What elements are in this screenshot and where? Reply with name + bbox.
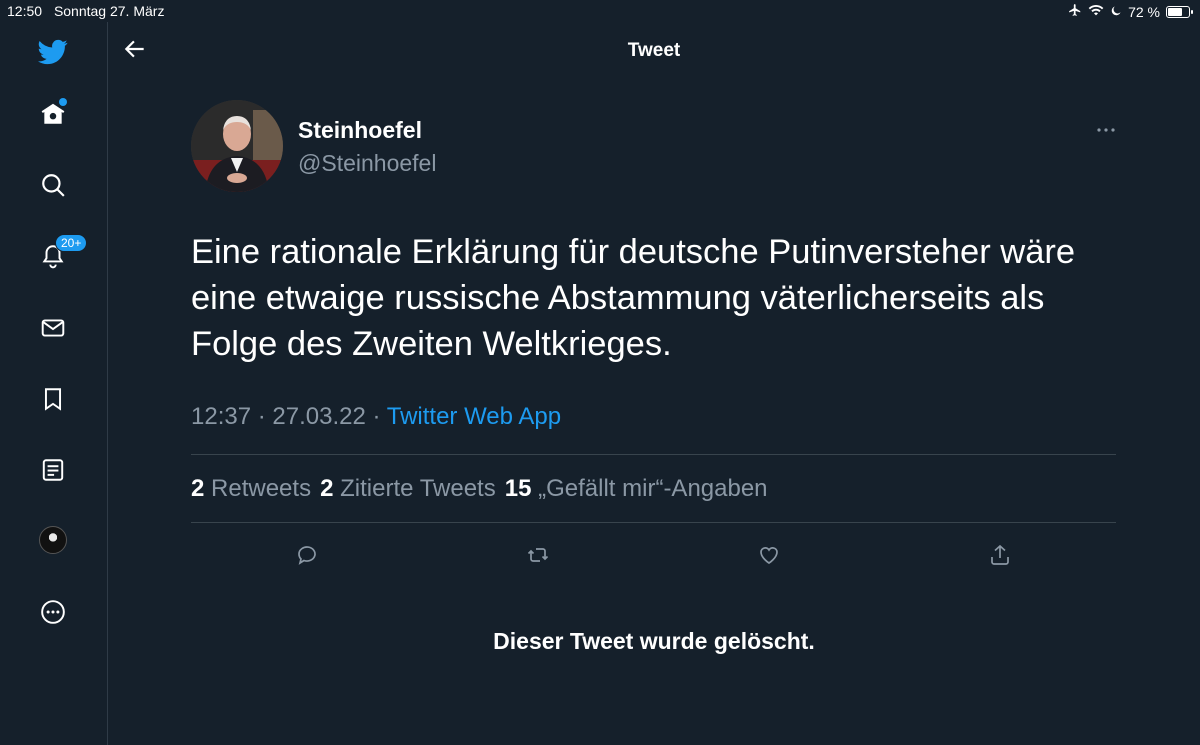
meta-separator: · xyxy=(372,403,381,430)
moon-icon xyxy=(1110,4,1122,20)
sidebar-item-notifications[interactable]: 20+ xyxy=(37,234,88,272)
meta-separator: · xyxy=(257,403,266,430)
home-unread-dot xyxy=(59,98,67,106)
retweets-stat[interactable]: 2 Retweets xyxy=(191,475,311,503)
retweets-label: Retweets xyxy=(211,475,312,502)
profile-avatar xyxy=(39,526,67,554)
retweets-count: 2 xyxy=(191,475,205,502)
battery-percent: 72 % xyxy=(1128,3,1160,20)
retweet-icon xyxy=(527,548,549,562)
share-icon xyxy=(991,544,1009,565)
search-icon xyxy=(42,174,65,197)
sidebar-item-explore[interactable] xyxy=(37,169,69,201)
divider xyxy=(191,454,1116,455)
envelope-icon xyxy=(41,319,65,337)
list-icon xyxy=(42,459,64,481)
heart-icon xyxy=(760,547,778,565)
retweet-button[interactable] xyxy=(524,541,552,569)
sidebar-nav: 20+ xyxy=(0,22,108,745)
like-button[interactable] xyxy=(755,541,783,569)
ellipsis-icon xyxy=(1097,128,1115,132)
deleted-tweet-notice: Dieser Tweet wurde gelöscht. xyxy=(493,628,815,654)
sidebar-item-more[interactable] xyxy=(37,596,69,628)
sidebar-item-profile[interactable] xyxy=(37,524,69,556)
more-circle-icon xyxy=(41,600,65,624)
quotes-count: 2 xyxy=(320,475,334,502)
status-bar: 12:50 Sonntag 27. März 72 % xyxy=(0,0,1200,22)
sidebar-item-bookmarks[interactable] xyxy=(37,383,69,415)
page-title: Tweet xyxy=(627,40,681,61)
twitter-logo-icon[interactable] xyxy=(37,36,69,68)
battery-icon xyxy=(1166,5,1193,18)
author-avatar[interactable] xyxy=(191,100,283,192)
sidebar-item-home[interactable] xyxy=(37,98,69,130)
sidebar-item-lists[interactable] xyxy=(37,454,69,486)
likes-count: 15 xyxy=(504,475,532,502)
tweet-date[interactable]: 27.03.22 xyxy=(272,403,365,430)
airplane-icon xyxy=(1068,3,1082,20)
tweet-text: Eine rationale Erklärung für deutsche Pu… xyxy=(191,233,1076,363)
sidebar-item-messages[interactable] xyxy=(37,312,69,344)
likes-label: „Gefällt mir“-Angaben xyxy=(538,475,768,502)
battery-fill xyxy=(1168,7,1183,16)
author-name[interactable]: Steinhoefel xyxy=(298,117,422,144)
tweet-stats: 2 Retweets 2 Zitierte Tweets 15 „Gefällt… xyxy=(191,475,768,503)
reply-icon xyxy=(298,546,316,565)
reply-button[interactable] xyxy=(293,541,321,569)
wifi-icon xyxy=(1088,3,1104,20)
share-button[interactable] xyxy=(986,541,1014,569)
status-date: Sonntag 27. März xyxy=(53,3,165,19)
tweet-more-button[interactable] xyxy=(1094,118,1118,142)
status-time: 12:50 xyxy=(7,3,43,19)
tweet-meta: 12:37 · 27.03.22 · Twitter Web App xyxy=(191,403,561,431)
quotes-label: Zitierte Tweets xyxy=(340,475,496,502)
tweet-time[interactable]: 12:37 xyxy=(191,403,251,430)
divider xyxy=(191,522,1116,523)
author-handle[interactable]: @Steinhoefel xyxy=(298,150,436,177)
quotes-stat[interactable]: 2 Zitierte Tweets xyxy=(320,475,496,503)
page-header: Tweet xyxy=(108,22,1200,78)
bookmark-icon xyxy=(44,388,62,411)
likes-stat[interactable]: 15 „Gefällt mir“-Angaben xyxy=(505,475,768,503)
notification-count-badge: 20+ xyxy=(55,234,88,252)
tweet-source-link[interactable]: Twitter Web App xyxy=(387,403,561,430)
